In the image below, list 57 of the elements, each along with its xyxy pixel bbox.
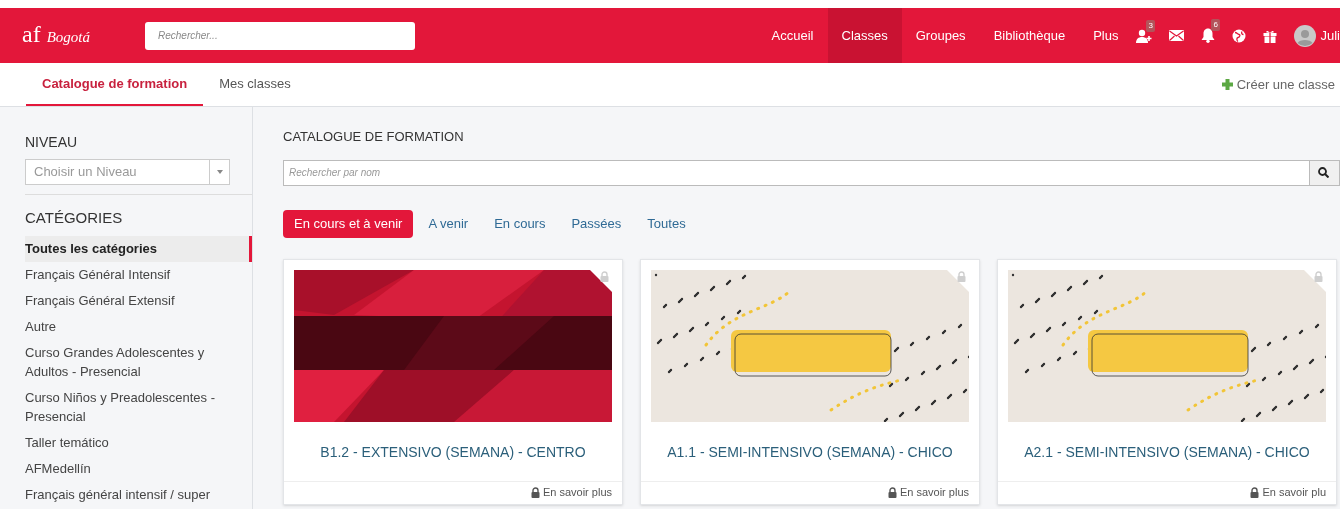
nav-link[interactable]: Groupes [901,8,980,63]
category-item[interactable]: Français général intensif / super [25,481,252,508]
course-card[interactable]: A1.1 - SEMI-INTENSIVO (SEMANA) - CHICO En savoir plus [640,258,980,505]
lock-icon [1250,487,1260,498]
course-title[interactable]: A2.1 - SEMI-INTENSIVO (SEMANA) - CHICO [998,441,1336,463]
avatar-icon[interactable] [1294,24,1317,47]
search-icon [1318,167,1330,178]
filter-tab[interactable]: Passées [560,209,633,238]
nav-link[interactable]: Accueil [757,8,828,63]
course-card[interactable]: A2.1 - SEMI-INTENSIVO (SEMANA) - CHICO En savoir plu [997,258,1337,505]
add-user-icon [1136,28,1153,43]
plus-icon [1221,79,1233,90]
notification-badge: 6 [1211,19,1220,31]
filter-tab[interactable]: En cours et à venir [283,209,414,238]
filter-tab[interactable]: En cours [483,209,557,238]
category-item[interactable]: Français Général Intensif [25,261,252,288]
section-title: CATÉGORIES [25,208,124,228]
lock-icon [530,487,540,498]
section-title: CATALOGUE DE FORMATION [283,128,465,146]
filter-tab[interactable]: A venir [417,209,480,238]
search-field[interactable]: Rechercher... [145,21,415,50]
category-item[interactable]: Curso Niños y Preadolescentes - Presencial [25,384,252,430]
user-name[interactable]: Juli [1320,25,1340,46]
mail-icon [1169,30,1185,41]
category-item[interactable]: Curso Grandes Adolescentes y Adultos - Presencial [25,339,252,385]
tab[interactable]: Catalogue de formation [26,63,204,106]
bell-icon [1201,28,1216,43]
category-item[interactable]: Autre [25,313,252,340]
notification-badge: 3 [1146,19,1155,32]
lock-icon [1314,270,1323,282]
category-item[interactable]: Français Général Extensif [25,287,252,314]
logo-mark: af [22,22,41,47]
learn-more-link[interactable]: En savoir plus [899,484,969,501]
logo-city: Bogotá [46,28,90,48]
lock-icon [957,270,966,282]
lock-icon [600,270,609,282]
category-item[interactable]: Toutes les catégories [25,235,252,262]
learn-more-link[interactable]: En savoir plus [542,484,612,501]
tab[interactable]: Mes classes [203,63,307,106]
filter-tab[interactable]: Toutes [636,209,697,238]
search-field[interactable]: Rechercher par nom [283,159,1311,186]
create-class-link[interactable]: Créer une classe [1221,63,1335,106]
course-card[interactable]: B1.2 - EXTENSIVO (SEMANA) - CENTRO En savoir plus [283,258,623,505]
nav-link[interactable]: Bibliothèque [979,8,1080,63]
section-title: NIVEAU [25,133,79,152]
category-item[interactable]: Taller temático [25,429,252,456]
caret-icon [216,170,223,174]
lock-icon [887,487,897,498]
course-title[interactable]: B1.2 - EXTENSIVO (SEMANA) - CENTRO [284,441,622,463]
nav-link[interactable]: Classes [827,8,902,63]
gift-icon [1263,28,1278,43]
search-button[interactable] [1310,159,1340,186]
learn-more-link[interactable]: En savoir plu [1262,484,1326,501]
course-title[interactable]: A1.1 - SEMI-INTENSIVO (SEMANA) - CHICO [641,441,979,463]
globe-icon [1232,28,1247,43]
category-item[interactable]: AFMedellín [25,455,252,482]
nav-link[interactable]: Plus [1079,8,1133,63]
